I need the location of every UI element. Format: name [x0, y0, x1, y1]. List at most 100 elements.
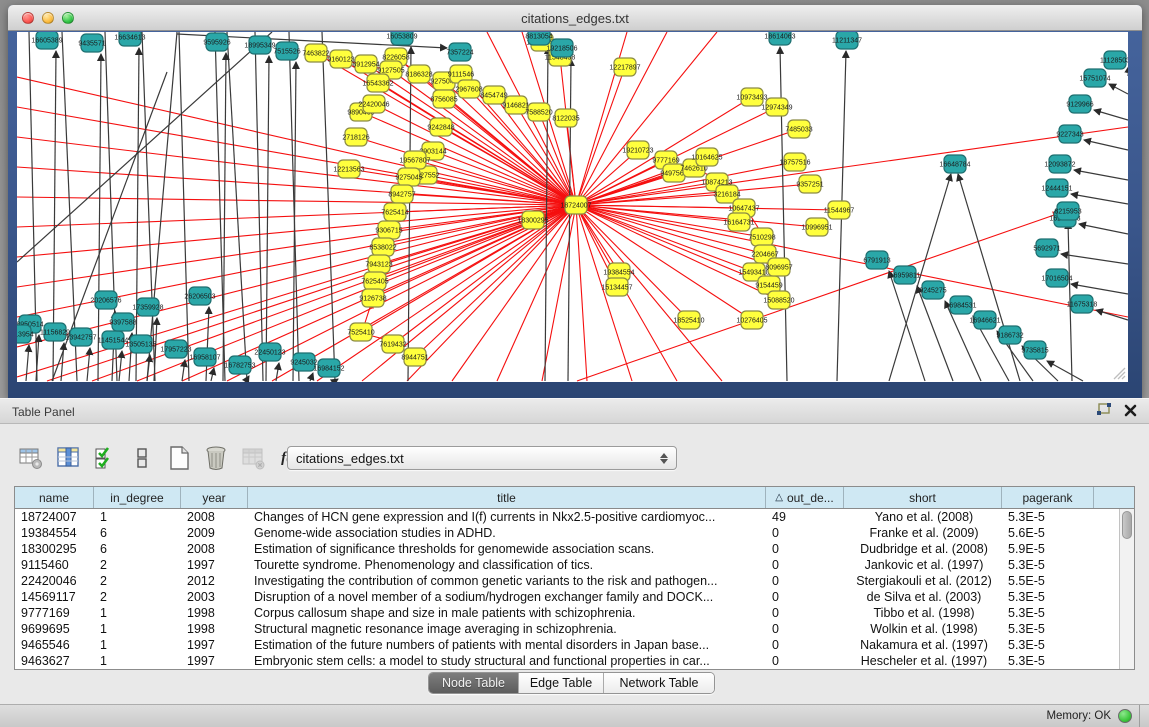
graph-node[interactable]: 7625405 [361, 272, 388, 290]
graph-node[interactable]: 7525410 [347, 323, 374, 341]
network-canvas[interactable]: 7463822916012389129548226058912750516543… [17, 32, 1128, 382]
network-select-dropdown[interactable]: citations_edges.txt [287, 446, 677, 470]
graph-node[interactable]: 9435571 [78, 34, 105, 52]
delete-table-icon[interactable] [240, 445, 266, 471]
graph-node[interactable]: 26206503 [184, 287, 215, 305]
graph-node[interactable]: 13942757 [65, 328, 96, 346]
graph-node[interactable]: 7515526 [273, 42, 300, 60]
graph-node[interactable]: 5692971 [1033, 239, 1060, 257]
tab-edge-table[interactable]: Edge Table [519, 673, 604, 693]
table-row[interactable]: 946362711997Embryonic stem cells: a mode… [15, 653, 1134, 669]
graph-node[interactable]: 16543362 [362, 74, 393, 92]
table-row[interactable]: 1872400712008Changes of HCN gene express… [15, 509, 1134, 525]
graph-node[interactable]: 12213563 [333, 160, 364, 178]
column-header-in_degree[interactable]: in_degree [94, 487, 181, 508]
graph-node[interactable]: 16605389 [31, 32, 62, 49]
graph-node[interactable]: 16959811 [890, 266, 921, 284]
graph-node[interactable]: 8454749 [480, 86, 507, 104]
graph-node[interactable]: 8096957 [765, 258, 792, 276]
graph-node[interactable]: 22450123 [254, 343, 285, 361]
graph-node[interactable]: 11544967 [824, 201, 855, 219]
graph-node[interactable]: 18757516 [779, 153, 810, 171]
graph-node[interactable]: 18300295 [517, 211, 548, 229]
network-graph-svg[interactable]: 7463822916012389129548226058912750516543… [17, 32, 1128, 382]
select-mode-icon[interactable] [92, 445, 118, 471]
graph-node[interactable]: 8944751 [401, 348, 428, 366]
table-row[interactable]: 1938455462009Genome-wide association stu… [15, 525, 1134, 541]
canvas-resize-grip[interactable] [1110, 364, 1126, 380]
graph-node[interactable]: 9227343 [1056, 125, 1083, 143]
graph-node[interactable]: 9242848 [427, 118, 454, 136]
column-header-out_de[interactable]: △out_de... [766, 487, 844, 508]
graph-node[interactable]: 19210723 [622, 141, 653, 159]
graph-node[interactable]: 16958107 [189, 348, 220, 366]
graph-node[interactable]: 8756085 [430, 90, 457, 108]
show-columns-icon[interactable] [55, 445, 81, 471]
graph-node[interactable]: 16053809 [386, 32, 417, 45]
column-header-title[interactable]: title [248, 487, 766, 508]
graph-node[interactable]: 9397588 [109, 313, 136, 331]
graph-node[interactable]: 9160123 [327, 50, 354, 68]
graph-node[interactable]: 7625414 [381, 203, 408, 221]
scrollbar-thumb[interactable] [1122, 511, 1132, 539]
graph-node[interactable]: 15751074 [1079, 69, 1110, 87]
column-header-short[interactable]: short [844, 487, 1002, 508]
graph-node[interactable]: 9735815 [1021, 341, 1048, 359]
table-row[interactable]: 1830029562008Estimation of significance … [15, 541, 1134, 557]
table-row[interactable]: 911546021997Tourette syndrome. Phenomeno… [15, 557, 1134, 573]
graph-node[interactable]: 6791913 [863, 251, 890, 269]
graph-node[interactable]: 17359928 [132, 298, 163, 316]
graph-node[interactable]: 17016504 [1041, 269, 1072, 287]
graph-node[interactable]: 16164731 [723, 213, 754, 231]
graph-node[interactable]: 19218506 [546, 39, 577, 57]
float-panel-icon[interactable] [1096, 403, 1112, 417]
graph-node[interactable]: 15088520 [763, 291, 794, 309]
graph-node[interactable]: 22420046 [358, 95, 389, 113]
graph-node[interactable]: 7943123 [365, 255, 392, 273]
graph-node[interactable]: 9595926 [203, 33, 230, 51]
graph-node[interactable]: 9275045 [395, 168, 422, 186]
table-row[interactable]: 2242004622012Investigating the contribut… [15, 573, 1134, 589]
graph-node[interactable]: 12444151 [1041, 179, 1072, 197]
graph-node[interactable]: 9245275 [919, 281, 946, 299]
graph-node[interactable]: 8942757 [388, 185, 415, 203]
graph-node[interactable]: 10973493 [736, 88, 767, 106]
graph-node[interactable]: 16634613 [114, 32, 145, 46]
memory-status-indicator[interactable] [1118, 709, 1132, 723]
graph-node[interactable]: 7510298 [748, 228, 775, 246]
graph-node[interactable]: 10164625 [691, 148, 722, 166]
table-row[interactable]: 946554611997Estimation of the future num… [15, 637, 1134, 653]
graph-node[interactable]: 9126738 [359, 289, 386, 307]
graph-node[interactable]: 16984152 [313, 359, 344, 377]
graph-node[interactable]: 10276405 [736, 311, 767, 329]
graph-node[interactable]: 7357224 [446, 43, 473, 61]
graph-node[interactable]: 9129966 [1066, 95, 1093, 113]
graph-node[interactable]: 9306715 [375, 221, 402, 239]
graph-node[interactable]: 13505135 [125, 335, 156, 353]
graph-node[interactable]: 10996951 [801, 218, 832, 236]
column-header-year[interactable]: year [181, 487, 248, 508]
graph-node[interactable]: 8813054 [525, 32, 552, 45]
graph-node[interactable]: 16946621 [969, 311, 1000, 329]
graph-node[interactable]: 8186328 [405, 65, 432, 83]
graph-node[interactable]: 17957223 [160, 340, 191, 358]
column-header-pagerank[interactable]: pagerank [1002, 487, 1094, 508]
graph-node[interactable]: 9186732 [996, 326, 1023, 344]
graph-node[interactable]: 18614063 [764, 32, 795, 45]
graph-node[interactable]: 12093872 [1044, 155, 1075, 173]
graph-node[interactable]: 8122035 [552, 109, 579, 127]
graph-node[interactable]: 18995349 [244, 36, 275, 54]
graph-node[interactable]: 16648784 [939, 155, 970, 173]
table-vertical-scrollbar[interactable] [1119, 509, 1134, 669]
tab-network-table[interactable]: Network Table [604, 673, 714, 693]
graph-node[interactable]: 11128503 [1100, 51, 1128, 69]
graph-node[interactable]: 11211347 [832, 32, 862, 49]
graph-node[interactable]: 2718126 [342, 128, 369, 146]
graph-node[interactable]: 8538022 [369, 238, 396, 256]
graph-node[interactable]: 2967608 [455, 80, 482, 98]
graph-node[interactable]: 11675318 [1067, 295, 1098, 313]
table-settings-icon[interactable] [18, 445, 44, 471]
graph-node[interactable]: 12974349 [761, 98, 792, 116]
close-panel-icon[interactable] [1124, 404, 1137, 417]
new-column-icon[interactable] [166, 445, 192, 471]
